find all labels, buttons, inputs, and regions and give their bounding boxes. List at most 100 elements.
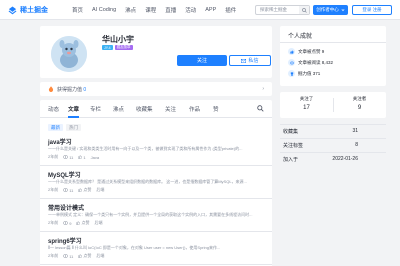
nav-app[interactable]: APP <box>205 7 216 13</box>
article-likes[interactable]: 点赞 <box>78 187 91 193</box>
article-abstract: 一一什么是关键 / 实现和类类生活时用有一向于以及一个类，被做到实现了类和所有属… <box>48 146 243 151</box>
divider <box>280 42 386 43</box>
article-title[interactable]: java学习 <box>48 137 72 146</box>
nav-home[interactable]: 首页 <box>72 6 83 14</box>
article-views: 11 <box>63 254 73 259</box>
article-tag[interactable]: 后端 <box>96 253 104 259</box>
article-date: 2年前 <box>48 187 59 192</box>
article-views-value: 11 <box>69 253 74 259</box>
article-item[interactable]: MySQL学习 一一什么是关系型数据库？ 是通过关系模型来组织数据的数据库。 这一… <box>40 166 272 199</box>
achievement-reads: 文章被阅读 8,432 <box>288 59 333 66</box>
article-meta: 2年前 11 点赞 后端 <box>48 253 104 259</box>
search-placeholder: 探索稀土掘金 <box>260 7 287 12</box>
followers-count[interactable]: 关注者 9 <box>333 96 386 111</box>
search-icon[interactable] <box>257 105 264 112</box>
filter-hot[interactable]: 热门 <box>66 124 81 131</box>
article-likes-value: 1 <box>83 154 86 160</box>
followers-value: 9 <box>357 105 362 111</box>
article-views: 9 <box>63 221 71 226</box>
nav-pins[interactable]: 沸点 <box>125 6 136 14</box>
followers-label: 关注者 <box>352 96 367 101</box>
medal-badge[interactable]: 掘友勋章 <box>114 45 133 50</box>
tab-works[interactable]: 作品 <box>189 105 200 113</box>
article-item[interactable]: java学习 一一什么是关键 / 实现和类类生活时用有一向于以及一个类，被做到实现… <box>40 133 272 166</box>
main-nav: 首页 AI Coding 沸点 课程 直播 活动 APP 插件 <box>72 0 236 19</box>
search-icon <box>301 7 307 13</box>
article-meta: 2年前 11 点赞 后端 <box>48 187 104 193</box>
article-abstract: 一一什么是关系型数据库？ 是通过关系模型来组织数据的数据库。 这一进，也是指数据… <box>48 179 247 184</box>
article-views: 11 <box>63 155 73 160</box>
sort-filters: 最新 热门 <box>48 124 81 131</box>
nav-events[interactable]: 活动 <box>185 6 196 14</box>
following-count[interactable]: 关注了 17 <box>280 96 333 111</box>
article-views: 11 <box>63 188 73 193</box>
follow-stats-card: 关注了 17 关注者 9 <box>280 92 386 118</box>
article-tag[interactable]: Java <box>91 155 99 160</box>
profile-tabs: 动态 文章 专栏 沸点 收藏集 关注 作品 赞 <box>40 100 272 118</box>
achievement-likes-label: 文章被点赞 9 <box>298 48 325 54</box>
tab-activity[interactable]: 动态 <box>48 105 59 113</box>
tab-articles[interactable]: 文章 <box>68 105 79 113</box>
follow-button[interactable]: 关注 <box>177 55 227 66</box>
jp-value: 0 <box>83 86 87 93</box>
article-likes[interactable]: 点赞 <box>78 253 91 259</box>
avatar[interactable] <box>51 36 87 72</box>
message-button[interactable]: 私信 <box>229 55 271 66</box>
article-tag[interactable]: 后端 <box>96 187 104 193</box>
article-likes[interactable]: 点赞 <box>76 220 89 226</box>
followed-tags-row[interactable]: 关注标签 8 <box>280 138 386 151</box>
article-abstract: 一一单例模式 定义：确保一个类只有一个实例，并且提供一个全局的获取这个实例的入口… <box>48 212 253 217</box>
article-meta: 2年前 11 1 Java <box>48 154 99 160</box>
user-badges: JY.4 掘友勋章 <box>102 45 133 50</box>
article-tag[interactable]: 后端 <box>94 220 102 226</box>
nav-plugins[interactable]: 插件 <box>225 6 236 14</box>
tab-likes[interactable]: 赞 <box>213 105 219 113</box>
login-register-button[interactable]: 登录 注册 <box>352 5 392 15</box>
avatar-image <box>51 36 87 72</box>
article-likes[interactable]: 1 <box>78 154 86 160</box>
article-likes-value: 点赞 <box>83 187 92 192</box>
article-item[interactable]: spring6学习 Ⅱ一 lesson篇 Ⅱ 什么叫 IoC(IoC 即是一个对象… <box>40 232 272 265</box>
article-views-value: 11 <box>69 154 74 160</box>
collections-label: 收藏集 <box>283 129 299 135</box>
tab-columns[interactable]: 专栏 <box>90 105 101 113</box>
level-badge[interactable]: JY.4 <box>102 45 113 50</box>
article-meta: 2年前 9 点赞 后端 <box>48 220 102 226</box>
following-label: 关注了 <box>299 96 314 101</box>
eye-icon <box>288 59 295 66</box>
nav-ai-coding[interactable]: AI Coding <box>92 7 116 13</box>
article-likes-value: 点赞 <box>81 220 90 225</box>
nav-live[interactable]: 直播 <box>165 6 176 14</box>
creator-center-button[interactable]: 创作者中心 <box>313 5 348 15</box>
thumbs-up-icon <box>78 188 83 192</box>
article-item[interactable]: 常用设计模式 一一单例模式 定义：确保一个类只有一个实例，并且提供一个全局的获取这… <box>40 199 272 232</box>
chevron-right-icon: › <box>262 86 264 92</box>
eye-icon <box>63 155 69 159</box>
achievements-title: 个人成就 <box>288 34 313 40</box>
tab-following[interactable]: 关注 <box>165 105 176 113</box>
search-button[interactable] <box>299 6 309 14</box>
jp-label: 获得掘力值 0 <box>57 86 87 93</box>
article-title[interactable]: 常用设计模式 <box>48 203 84 212</box>
filter-newest[interactable]: 最新 <box>48 124 63 131</box>
tab-collections[interactable]: 收藏集 <box>136 105 153 113</box>
joined-date: 2022-01-26 <box>332 156 358 162</box>
tab-pins[interactable]: 沸点 <box>113 105 124 113</box>
achievements-card: 个人成就 文章被点赞 9 文章被阅读 8,432 掘力值 371 <box>280 26 386 86</box>
article-title[interactable]: spring6学习 <box>48 236 82 245</box>
eye-icon <box>63 254 69 258</box>
following-value: 17 <box>303 105 310 111</box>
collections-row[interactable]: 收藏集 31 <box>280 124 386 137</box>
jp-bar[interactable]: 获得掘力值 0 › <box>40 82 272 96</box>
collections-value: 31 <box>352 128 358 134</box>
eye-icon <box>63 221 69 225</box>
article-title[interactable]: MySQL学习 <box>48 170 81 179</box>
search-input[interactable]: 探索稀土掘金 <box>255 5 310 15</box>
active-tab-indicator <box>68 116 79 118</box>
juejin-logo[interactable]: 稀土掘金 <box>8 5 48 15</box>
nav-courses[interactable]: 课程 <box>145 6 156 14</box>
article-views-value: 9 <box>69 220 72 226</box>
article-date: 2年前 <box>48 154 59 159</box>
thumbs-up-icon <box>76 221 81 225</box>
profile-card: 华山小宇 JY.4 掘友勋章 <box>40 26 272 78</box>
